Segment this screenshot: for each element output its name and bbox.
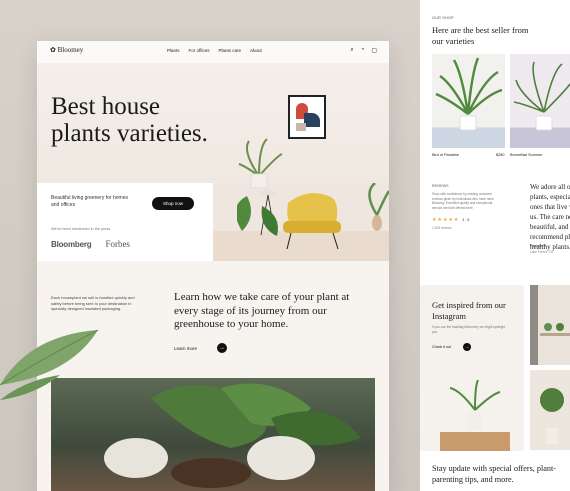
shelf-plants-image <box>530 285 570 365</box>
logo-text: Bloomey <box>57 46 84 54</box>
hero-tagline: Beautiful living greenery for homes and … <box>51 195 128 208</box>
instagram-cta[interactable]: Check it out → <box>432 343 471 351</box>
search-icon[interactable]: ⌕ <box>350 47 353 54</box>
nav-link-plants[interactable]: Plants <box>167 48 180 53</box>
author-name: Pamela S. <box>530 244 547 248</box>
ratings-count: 1,408 reviews <box>432 226 452 230</box>
product1-name: Bird of Paradise <box>432 153 460 157</box>
main-page-mockup: ✿ Bloomey Plants For offices Plants care… <box>37 41 389 491</box>
bag-icon[interactable]: ▢ <box>371 47 377 54</box>
learn-more-link[interactable]: Learn more → <box>174 343 228 353</box>
user-icon[interactable]: ◔ <box>361 47 365 54</box>
forbes-logo: Forbes <box>105 239 130 249</box>
reviews-text: Shop with confidence by reading customer… <box>432 192 494 210</box>
instagram-section: Get inspired from our Instagram If you u… <box>420 285 524 451</box>
nav-links: Plants For offices Plants care About <box>167 48 262 53</box>
product2-name: Bromeliad Summer <box>510 153 543 157</box>
hero-plant-illustration <box>237 138 283 236</box>
press-logos: Bloomberg Forbes <box>51 239 130 249</box>
nav-link-about[interactable]: About <box>250 48 262 53</box>
shop-eyebrow: OUR SHOP <box>432 16 454 20</box>
instagram-photo-1[interactable] <box>530 285 570 365</box>
instagram-photo-2[interactable] <box>530 370 570 450</box>
story-description: Each houseplant we sell is handled quick… <box>51 295 135 311</box>
rating-stars: ★★★★★ 4.6 <box>432 217 471 223</box>
nav-link-offices[interactable]: For offices <box>189 48 210 53</box>
bestseller-title: Here are the best seller from our variet… <box>432 25 529 46</box>
instagram-description: If you use the hashtag #bloomey, we migh… <box>432 325 506 334</box>
wall-art-frame <box>288 95 326 139</box>
story-title: Learn how we take care of your plant at … <box>174 291 350 330</box>
shop-now-button[interactable]: Shop now <box>152 197 194 210</box>
author-location: Lake Forest, CA <box>530 250 554 254</box>
top-nav: ✿ Bloomey Plants For offices Plants care… <box>37 41 389 63</box>
rating-value: 4.6 <box>462 218 471 222</box>
brand-logo[interactable]: ✿ Bloomey <box>50 46 83 54</box>
product1-price: $280 <box>496 153 505 157</box>
arrow-right-icon: → <box>217 343 228 353</box>
floor-plant-image <box>540 388 564 444</box>
testimonial-author: Pamela S. Lake Forest, CA <box>530 244 553 254</box>
learn-more-label: Learn more <box>174 345 198 351</box>
nav-link-plants-care[interactable]: Plants care <box>218 48 241 53</box>
instagram-cta-label: Check it out <box>432 345 451 349</box>
testimonial-quote: We adore all our plants, especially the … <box>530 183 570 251</box>
product-card-bromeliad[interactable] <box>510 54 570 148</box>
ponytail-palm-image <box>513 61 570 131</box>
arrow-right-icon: → <box>462 343 471 351</box>
palm-plant-image <box>435 57 503 131</box>
secondary-page-mockup: OUR SHOP Here are the best seller from o… <box>420 0 570 491</box>
instagram-title: Get inspired from our Instagram <box>432 300 506 321</box>
foreground-leaf-decoration <box>0 329 99 400</box>
reviews-label: REVIEWS <box>432 184 449 188</box>
nav-icons: ⌕ ◔ ▢ <box>350 47 377 54</box>
table-plant-image <box>440 380 510 451</box>
press-mention-label: We've been mentioned in the press <box>51 227 111 231</box>
product-card-bird-of-paradise[interactable] <box>432 54 505 148</box>
hero-info-panel: Beautiful living greenery for homes and … <box>37 183 213 261</box>
hero-title: Best house plants varieties. <box>51 93 208 147</box>
newsletter-title: Stay update with special offers, plant-p… <box>432 464 556 484</box>
bloomberg-logo: Bloomberg <box>51 240 92 249</box>
hero-section: Best house plants varieties. <box>37 63 389 184</box>
